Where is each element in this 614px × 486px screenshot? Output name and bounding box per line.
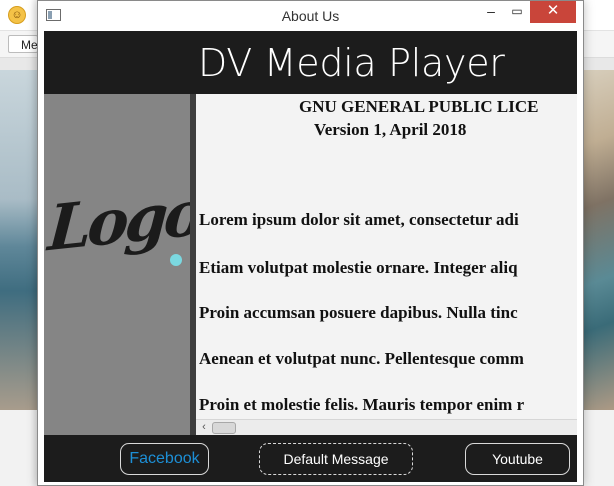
logo-dot-icon: [170, 254, 182, 266]
license-text-view[interactable]: GNU GENERAL PUBLIC LICE Version 1, April…: [196, 94, 577, 435]
dialog-content: DV Media Player Logo GNU GENERAL PUBLIC …: [44, 31, 577, 482]
app-name-title: DV Media Player: [198, 41, 505, 85]
emoji-app-icon: ☺: [8, 6, 26, 24]
maximize-button[interactable]: ▭: [504, 1, 530, 23]
logo-panel: Logo: [44, 94, 204, 435]
facebook-button[interactable]: Facebook: [120, 443, 209, 475]
close-button[interactable]: ✕: [530, 1, 576, 23]
license-title: GNU GENERAL PUBLIC LICE: [299, 97, 539, 116]
scroll-left-arrow-icon[interactable]: ‹: [198, 420, 210, 435]
license-paragraph: Lorem ipsum dolor sit amet, consectetur …: [199, 210, 519, 229]
about-dialog: About Us – ▭ ✕ DV Media Player Logo GNU …: [37, 0, 584, 486]
minimize-button[interactable]: –: [478, 1, 504, 23]
default-message-button[interactable]: Default Message: [259, 443, 413, 475]
license-paragraph: Etiam volutpat molestie ornare. Integer …: [199, 258, 518, 277]
scrollbar-thumb[interactable]: [212, 422, 236, 434]
license-paragraph: Proin et molestie felis. Mauris tempor e…: [199, 395, 525, 414]
license-paragraph: Proin accumsan posuere dapibus. Nulla ti…: [199, 303, 518, 322]
license-paragraph: Aenean et volutpat nunc. Pellentesque co…: [199, 349, 524, 368]
dialog-titlebar[interactable]: About Us – ▭ ✕: [38, 1, 583, 31]
horizontal-scrollbar[interactable]: ‹: [196, 419, 577, 435]
header-bar: DV Media Player: [44, 31, 577, 94]
footer-bar: Facebook Default Message Youtube: [44, 435, 577, 482]
license-version: Version 1, April 2018: [314, 120, 467, 139]
youtube-button[interactable]: Youtube: [465, 443, 570, 475]
